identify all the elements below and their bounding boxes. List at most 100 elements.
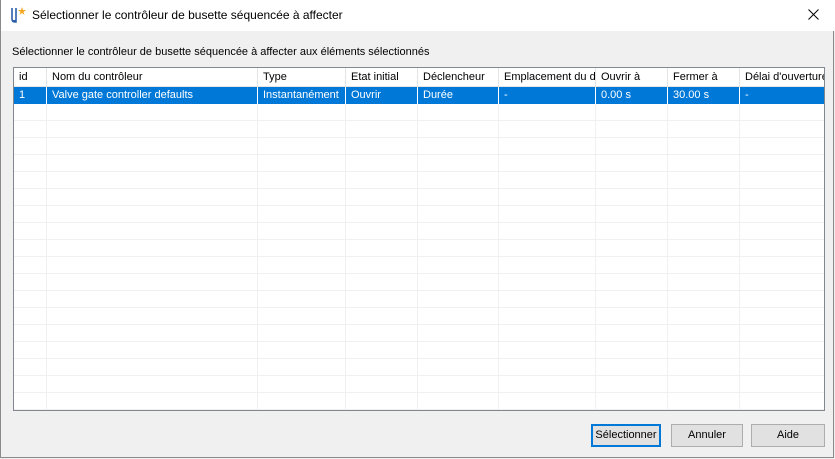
empty-cell <box>14 376 47 393</box>
empty-cell <box>596 172 668 189</box>
empty-table-row <box>14 257 824 274</box>
empty-cell <box>258 189 346 206</box>
cell-type: Instantanément <box>258 87 346 104</box>
table-row[interactable]: 1 Valve gate controller defaults Instant… <box>14 87 824 104</box>
empty-cell <box>668 274 740 291</box>
table-header: id Nom du contrôleur Type Etat initial D… <box>14 68 824 87</box>
column-header-close-at[interactable]: Fermer à <box>668 68 740 86</box>
cell-trigger: Durée <box>418 87 499 104</box>
empty-cell <box>499 359 596 376</box>
empty-cell <box>668 308 740 325</box>
empty-cell <box>596 240 668 257</box>
empty-cell <box>499 342 596 359</box>
empty-cell <box>668 325 740 342</box>
empty-cell <box>418 359 499 376</box>
empty-cell <box>346 359 418 376</box>
help-button[interactable]: Aide <box>751 424 825 447</box>
empty-cell <box>668 291 740 308</box>
empty-cell <box>596 274 668 291</box>
column-header-location[interactable]: Emplacement du dé <box>499 68 596 86</box>
empty-cell <box>596 155 668 172</box>
empty-cell <box>418 138 499 155</box>
empty-cell <box>499 376 596 393</box>
empty-cell <box>668 206 740 223</box>
empty-cell <box>418 325 499 342</box>
title-bar: Sélectionner le contrôleur de busette sé… <box>1 0 835 31</box>
column-header-open-at[interactable]: Ouvrir à <box>596 68 668 86</box>
empty-cell <box>740 308 824 325</box>
empty-cell <box>668 155 740 172</box>
empty-cell <box>47 376 258 393</box>
empty-cell <box>499 393 596 410</box>
empty-cell <box>499 274 596 291</box>
empty-cell <box>14 121 47 138</box>
instruction-label: Sélectionner le contrôleur de busette sé… <box>12 46 430 58</box>
empty-cell <box>418 393 499 410</box>
empty-cell <box>14 359 47 376</box>
empty-cell <box>258 138 346 155</box>
empty-cell <box>258 274 346 291</box>
empty-cell <box>258 376 346 393</box>
empty-cell <box>740 206 824 223</box>
empty-table-row <box>14 308 824 325</box>
controller-table[interactable]: id Nom du contrôleur Type Etat initial D… <box>13 67 825 411</box>
empty-cell <box>346 240 418 257</box>
empty-cell <box>14 223 47 240</box>
empty-cell <box>596 189 668 206</box>
close-button[interactable] <box>790 0 835 31</box>
empty-cell <box>14 104 47 121</box>
cancel-button[interactable]: Annuler <box>671 424 743 447</box>
empty-cell <box>499 104 596 121</box>
empty-cell <box>346 308 418 325</box>
empty-cell <box>596 138 668 155</box>
column-header-trigger[interactable]: Déclencheur <box>418 68 499 86</box>
column-header-open-delay[interactable]: Délai d'ouverture <box>740 68 824 86</box>
empty-table-row <box>14 325 824 342</box>
empty-cell <box>14 325 47 342</box>
empty-cell <box>258 359 346 376</box>
empty-table-row <box>14 393 824 410</box>
empty-cell <box>418 274 499 291</box>
empty-table-row <box>14 138 824 155</box>
empty-cell <box>499 121 596 138</box>
empty-cell <box>258 206 346 223</box>
empty-cell <box>14 206 47 223</box>
empty-cell <box>499 291 596 308</box>
empty-cell <box>740 104 824 121</box>
empty-cell <box>740 121 824 138</box>
empty-cell <box>14 155 47 172</box>
column-header-type[interactable]: Type <box>258 68 346 86</box>
empty-cell <box>740 291 824 308</box>
empty-cell <box>346 206 418 223</box>
empty-cell <box>596 393 668 410</box>
empty-cell <box>14 257 47 274</box>
empty-cell <box>596 223 668 240</box>
empty-table-row <box>14 291 824 308</box>
empty-cell <box>258 155 346 172</box>
empty-cell <box>596 104 668 121</box>
empty-cell <box>668 342 740 359</box>
column-header-id[interactable]: id <box>14 68 47 86</box>
empty-cell <box>418 104 499 121</box>
empty-cell <box>596 359 668 376</box>
empty-cell <box>499 240 596 257</box>
empty-cell <box>258 393 346 410</box>
column-header-initial-state[interactable]: Etat initial <box>346 68 418 86</box>
empty-table-row <box>14 121 824 138</box>
empty-cell <box>47 359 258 376</box>
dialog-window: Sélectionner le contrôleur de busette sé… <box>0 0 835 458</box>
empty-cell <box>740 393 824 410</box>
empty-cell <box>14 308 47 325</box>
empty-cell <box>740 376 824 393</box>
empty-cell <box>346 223 418 240</box>
empty-cell <box>47 274 258 291</box>
empty-cell <box>740 172 824 189</box>
app-icon <box>10 6 28 24</box>
empty-cell <box>596 325 668 342</box>
empty-cell <box>47 189 258 206</box>
select-button[interactable]: Sélectionner <box>591 424 661 447</box>
cell-open-delay: - <box>745 89 749 101</box>
column-header-name[interactable]: Nom du contrôleur <box>47 68 258 86</box>
empty-cell <box>346 155 418 172</box>
empty-cell <box>418 223 499 240</box>
